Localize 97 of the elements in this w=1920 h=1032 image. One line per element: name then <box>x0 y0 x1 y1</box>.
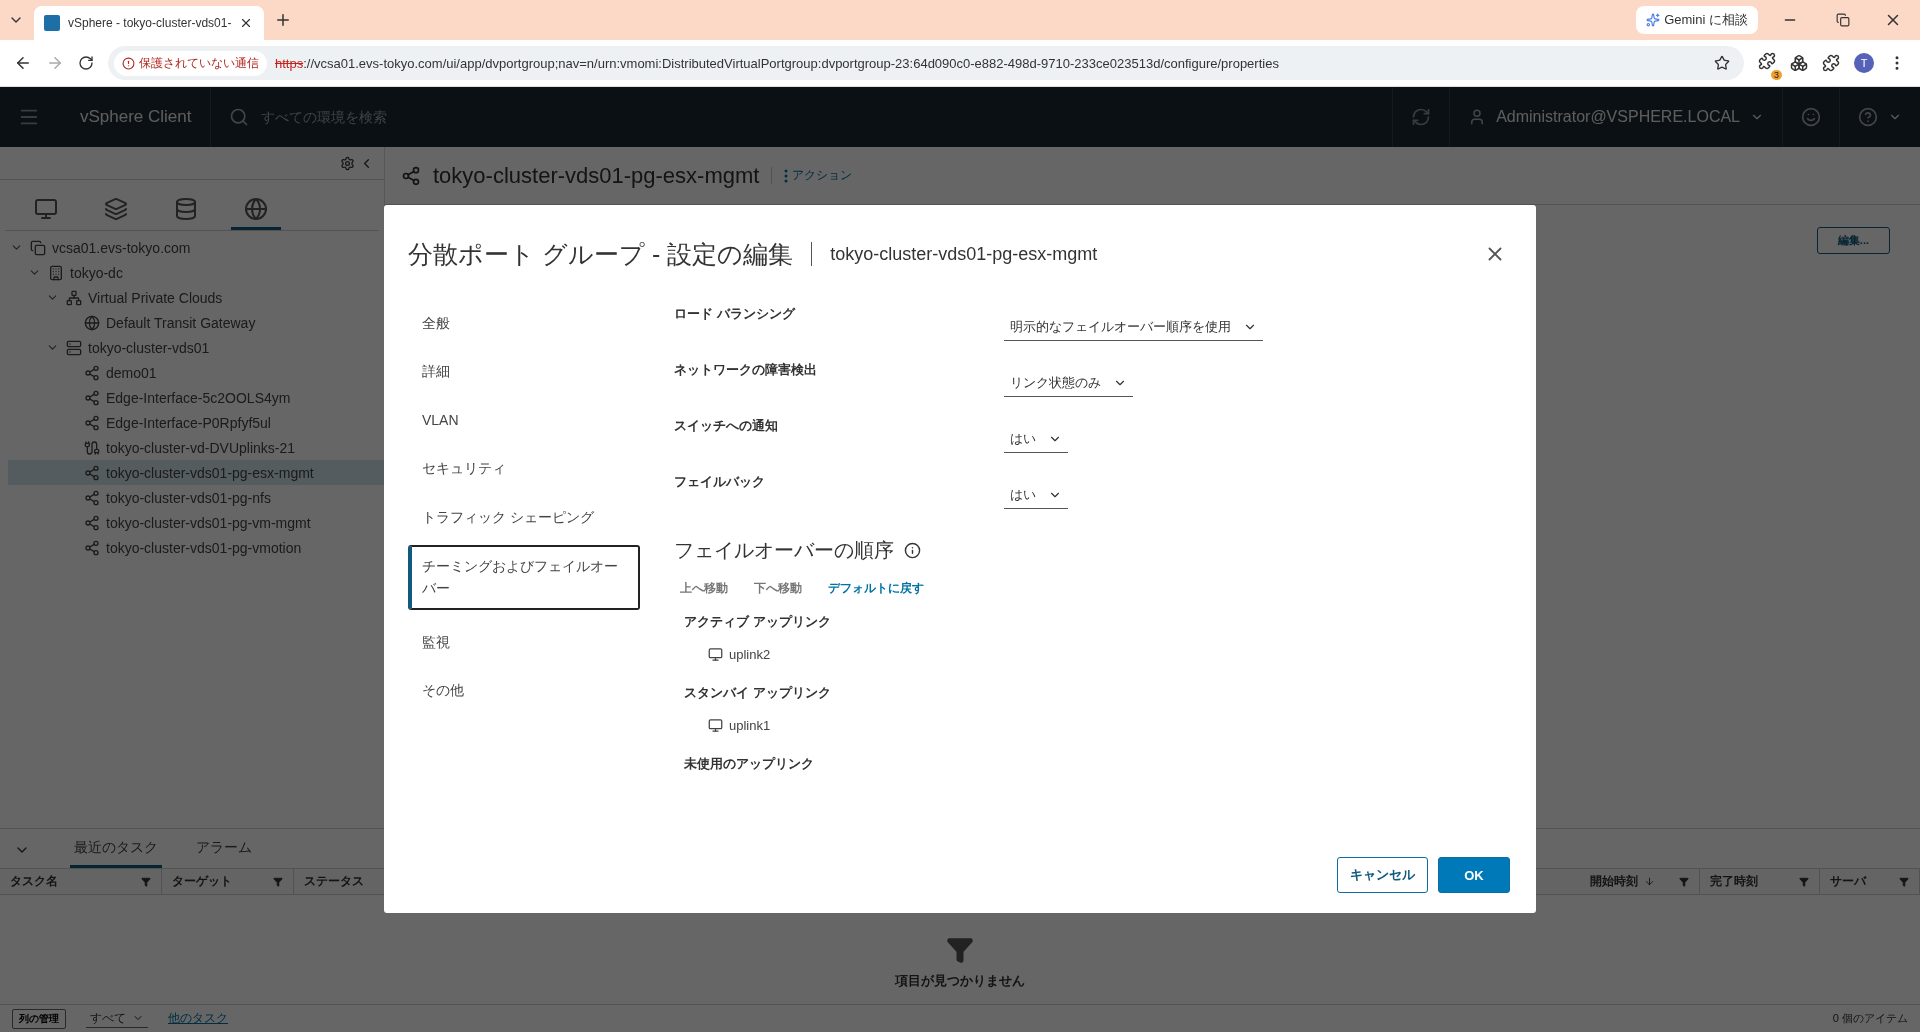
uplink-item[interactable]: uplink2 <box>729 647 771 662</box>
portgroup-icon <box>84 364 100 381</box>
network-icon <box>244 196 268 221</box>
reload-icon[interactable] <box>78 55 94 71</box>
tree-item[interactable]: demo01 <box>8 360 384 385</box>
tree-item[interactable]: tokyo-cluster-vds01 <box>8 335 384 360</box>
uplink-icon <box>708 718 723 733</box>
settings-icon[interactable] <box>340 155 355 171</box>
portgroup-icon <box>401 165 421 186</box>
search-icon <box>228 107 249 127</box>
portgroup-icon <box>84 514 100 531</box>
filter-icon[interactable] <box>273 876 283 887</box>
hosts-icon <box>34 196 58 221</box>
tree-item[interactable]: tokyo-cluster-vds01-pg-vm-mgmt <box>8 510 384 535</box>
dialog-subtitle: tokyo-cluster-vds01-pg-esx-mgmt <box>830 243 1098 265</box>
portgroup-icon <box>84 389 100 406</box>
extension-icon[interactable] <box>1758 52 1776 70</box>
tree-item[interactable]: tokyo-dc <box>8 260 384 285</box>
vms-icon <box>104 196 128 221</box>
portgroup-icon <box>84 414 100 431</box>
ok-button[interactable]: OK <box>1438 857 1510 893</box>
help-icon[interactable] <box>1858 107 1878 127</box>
filter-select[interactable]: すべて <box>86 1009 148 1028</box>
uplink-icon <box>708 647 723 662</box>
extensions-icon[interactable] <box>1822 54 1840 72</box>
tree-item[interactable]: tokyo-cluster-vds01-pg-esx-mgmt <box>8 460 384 485</box>
info-icon[interactable] <box>904 542 921 559</box>
panel-tab[interactable]: アラーム <box>192 839 256 868</box>
url-text: https://vcsa01.evs-tokyo.com/ui/app/dvportgroup;nav=n/urn:vmomi:DistributedVirtualPortgroup:dvportgroup-23:64d090c0-e882-498d-9710-233ce023513d/configure/properties <box>275 55 1279 71</box>
back-icon[interactable] <box>14 54 32 72</box>
vcenter-icon <box>30 239 46 256</box>
setting-label: ロード バランシング <box>674 305 797 323</box>
setting-label: フェイルバック <box>674 473 766 491</box>
tree-item[interactable]: Edge-Interface-5c2OOLS4ym <box>8 385 384 410</box>
setting-label: ネットワークの障害検出 <box>674 361 818 379</box>
switch-icon <box>66 339 82 356</box>
tree-item[interactable]: tokyo-cluster-vds01-pg-vmotion <box>8 535 384 560</box>
forward-icon[interactable] <box>46 54 64 72</box>
refresh-icon[interactable] <box>1411 107 1432 127</box>
actions-menu[interactable]: アクション <box>771 167 853 184</box>
warning-icon <box>122 56 135 70</box>
order-action[interactable]: デフォルトに戻す <box>828 580 924 597</box>
section-title: フェイルオーバーの順序 <box>674 538 894 563</box>
column-header[interactable]: タスク名 <box>0 869 162 894</box>
favicon-icon <box>44 15 60 31</box>
filter-icon <box>946 936 974 964</box>
portgroup-icon <box>84 539 100 556</box>
browser-tab[interactable]: vSphere - tokyo-cluster-vds01- <box>34 6 264 40</box>
item-count: 0 個のアイテム <box>1832 1011 1908 1026</box>
column-header[interactable]: 完了時刻 <box>1700 869 1820 894</box>
settings-nav-item[interactable]: チーミングおよびフェイルオーバー <box>408 544 640 610</box>
portgroup-icon <box>84 489 100 506</box>
uplink-group-heading: アクティブ アップリンク <box>683 613 832 631</box>
building-icon <box>48 264 64 281</box>
kebab-icon <box>784 168 789 183</box>
tree-item[interactable]: tokyo-cluster-vds01-pg-nfs <box>8 485 384 510</box>
bookmark-icon[interactable] <box>1714 55 1730 71</box>
filter-icon[interactable] <box>1899 876 1909 887</box>
manage-columns-button[interactable]: 列の管理 <box>12 1008 66 1029</box>
sparkle-icon <box>1646 13 1661 27</box>
column-header[interactable]: サーバ <box>1820 869 1920 894</box>
gemini-button[interactable]: Gemini に相談 <box>1636 6 1758 34</box>
filter-icon[interactable] <box>141 876 151 887</box>
feedback-icon[interactable] <box>1801 107 1821 127</box>
empty-message: 項目が見つかりません <box>895 972 1025 990</box>
cancel-button[interactable]: キャンセル <box>1337 857 1428 893</box>
address-bar[interactable]: 保護されていない通信 https://vcsa01.evs-tokyo.com/ui/app/dvportgroup;nav=n/urn:vmomi:DistributedVirtualPortgroup:dvportgroup-23:64d090c0-e882-498d-9710-233ce023513d/configure/properties <box>108 46 1744 80</box>
uplink-group-heading: スタンバイ アップリンク <box>683 684 832 702</box>
uplink-group-heading: 未使用のアップリンク <box>683 755 815 773</box>
portgroup-icon <box>84 464 100 481</box>
filter-icon[interactable] <box>1799 876 1809 887</box>
tree-item[interactable]: vcsa01.evs-tokyo.com <box>8 235 384 260</box>
setting-label: スイッチへの通知 <box>674 417 779 435</box>
page-title: tokyo-cluster-vds01-pg-esx-mgmt <box>433 162 760 189</box>
more-tasks-link[interactable]: 他のタスク <box>168 1010 228 1027</box>
app-title: vSphere Client <box>80 107 192 127</box>
column-header[interactable]: 開始時刻 <box>1580 869 1700 894</box>
network-icon <box>66 289 82 306</box>
edit-button[interactable]: 編集... <box>1816 227 1890 254</box>
extension-icon[interactable] <box>1790 54 1808 72</box>
tree-item[interactable]: Default Transit Gateway <box>8 310 384 335</box>
security-badge[interactable]: 保護されていない通信 <box>114 50 267 76</box>
gateway-icon <box>84 314 100 331</box>
user-menu[interactable]: Administrator@VSPHERE.LOCAL <box>1496 108 1740 126</box>
tree-item[interactable]: Virtual Private Clouds <box>8 285 384 310</box>
uplink-icon <box>84 439 100 456</box>
extension-badge: 3 <box>1771 70 1782 80</box>
dialog-title: 分散ポート グループ - 設定の編集 <box>408 238 794 270</box>
profile-avatar[interactable]: T <box>1854 53 1874 73</box>
restore-icon[interactable] <box>1836 13 1850 27</box>
tree-item[interactable]: Edge-Interface-P0Rpfyf5ul <box>8 410 384 435</box>
tree-item[interactable]: tokyo-cluster-vd-DVUplinks-21 <box>8 435 384 460</box>
uplink-item[interactable]: uplink1 <box>729 718 771 733</box>
column-header[interactable]: ターゲット <box>162 869 294 894</box>
new-tab-icon[interactable] <box>274 11 292 29</box>
storage-icon <box>174 196 198 221</box>
filter-icon[interactable] <box>1679 876 1689 887</box>
